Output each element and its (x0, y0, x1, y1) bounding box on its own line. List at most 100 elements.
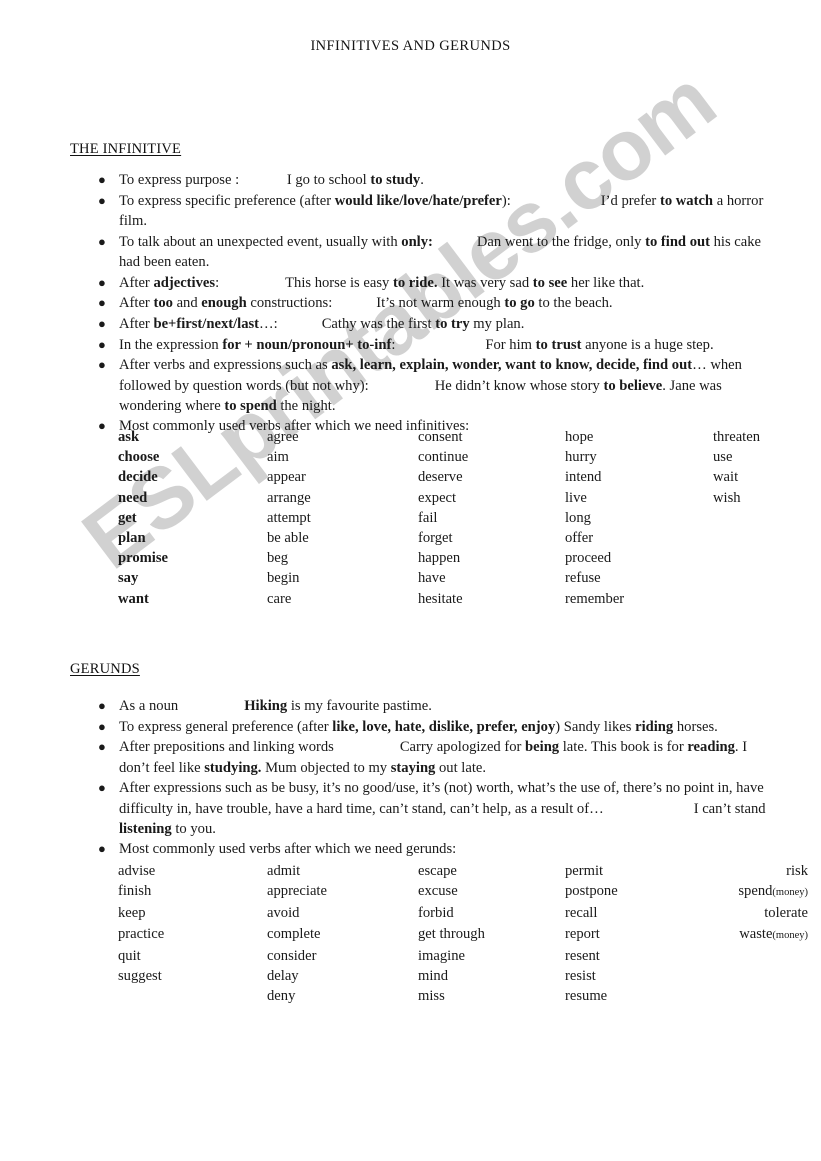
infinitive-verb-cell: continue (418, 449, 469, 466)
plain-text: It was very sad (437, 274, 533, 291)
infinitive-verb-cell: forget (418, 530, 453, 547)
table-row: plan be able forget offer (118, 528, 803, 548)
table-row: suggest delay mind resist (118, 966, 808, 986)
gerund-verb-cell: permit (565, 863, 604, 879)
section-heading-gerunds: GERUNDS (70, 661, 140, 677)
bullet-text: After adjectives: This horse is easy to r… (119, 273, 776, 293)
plain-text: Carry apologized for (399, 739, 526, 756)
emphasis-text: only: (401, 233, 433, 250)
plain-text: After (119, 295, 154, 312)
plain-text: As a noun (119, 698, 179, 714)
emphasis-text: to believe (603, 377, 663, 394)
gerund-verb-cell: practice (118, 925, 165, 942)
emphasis-text: reading (687, 739, 735, 756)
infinitive-verb-table: ask agree consent hope threaten choose aim cont… (118, 427, 803, 609)
bullet-dot-icon: ● (98, 739, 106, 755)
gerund-verb-cell: appreciate (267, 883, 327, 900)
infinitive-verb-cell (713, 568, 803, 588)
gerund-verb-cell: escape (418, 863, 457, 879)
emphasis-text: studying. (204, 759, 262, 776)
emphasis-text: to go (504, 295, 535, 312)
infinitive-verb-cell: happen (418, 550, 461, 567)
plain-text: ): (501, 192, 511, 209)
bullet-text: As a noun Hiking is my favourite pastime. (119, 696, 776, 716)
gerund-verb-table: advise admit escape permit risk finish appreci… (118, 861, 808, 1006)
infinitive-verb-cell: ask (118, 429, 140, 445)
bullet-dot-icon: ● (98, 295, 106, 311)
table-row: choose aim continue hurry use (118, 447, 803, 467)
table-row: quit consider imagine resent (118, 946, 808, 966)
table-row: practice complete get through report waste(m… (118, 924, 808, 946)
gerund-verb-cell: spend(money) (713, 881, 808, 903)
infinitive-bullet-after-adjectives: ● After adjectives: This horse is easy to … (96, 273, 776, 293)
emphasis-text: to watch (659, 192, 714, 209)
gerund-verb-cell: get through (418, 925, 485, 942)
gerund-bullet-most-common-verbs: ● Most commonly used verbs after which we… (96, 839, 776, 859)
infinitive-verb-cell: promise (118, 550, 168, 567)
infinitive-verb-cell: expect (418, 489, 457, 506)
gerund-verb-cell: suggest (118, 968, 162, 985)
bullet-dot-icon: ● (98, 357, 106, 373)
table-row: promise beg happen proceed (118, 548, 803, 568)
emphasis-text: riding (635, 718, 674, 735)
plain-text: : (391, 336, 396, 353)
bullet-dot-icon: ● (98, 315, 106, 331)
bullet-dot-icon: ● (98, 418, 106, 434)
gerund-verb-cell: excuse (418, 883, 458, 900)
plain-text: It’s not warm enough (376, 295, 505, 312)
table-row: need arrange expect live wish (118, 488, 803, 508)
bullet-dot-icon: ● (98, 718, 106, 734)
infinitive-verb-cell: remember (565, 590, 625, 607)
page-title: INFINITIVES AND GERUNDS (310, 38, 511, 54)
emphasis-text: for + noun/pronoun+ to-inf (222, 336, 392, 353)
emphasis-text: like, love, hate, dislike, prefer, enjoy (332, 718, 556, 735)
infinitive-bullet-for-noun-pronoun: ● In the expression for + noun/pronoun+ t… (96, 335, 776, 355)
gerund-verb-cell: avoid (267, 905, 300, 922)
verb-word: spend (738, 883, 773, 900)
plain-text: To talk about an unexpected event, usual… (119, 233, 402, 250)
gerund-verb-cell (713, 986, 808, 1006)
infinitive-verb-cell: aim (267, 449, 289, 466)
infinitive-verb-cell: deserve (418, 469, 463, 486)
bullet-text: To talk about an unexpected event, usual… (119, 232, 776, 272)
plain-text: : (215, 274, 220, 291)
plain-text: …: (259, 315, 278, 332)
gerund-verb-cell: forbid (418, 905, 454, 922)
infinitive-verb-cell (713, 508, 803, 528)
infinitive-verb-cell: beg (267, 550, 289, 567)
bullet-text: Most commonly used verbs after which we … (119, 839, 776, 859)
verb-word: waste (739, 925, 773, 942)
plain-text: late. This book is for (559, 739, 688, 756)
bullet-dot-icon: ● (98, 336, 106, 352)
gerund-verb-cell: mind (418, 968, 448, 985)
infinitive-verb-cell: consent (418, 429, 463, 445)
infinitive-bullet-specific-preference: ● To express specific preference (after w… (96, 191, 776, 231)
infinitive-verb-cell: plan (118, 530, 146, 547)
bullet-dot-icon: ● (98, 780, 106, 796)
emphasis-text: would like/love/hate/prefer (334, 192, 502, 209)
bullet-text: After verbs and expressions such as ask,… (119, 355, 776, 416)
bullet-text: In the expression for + noun/pronoun+ to… (119, 335, 776, 355)
bullet-text: To express specific preference (after wo… (119, 191, 776, 231)
infinitive-verb-cell: offer (565, 530, 594, 547)
gerund-verb-cell: waste(money) (713, 924, 808, 946)
infinitive-verb-cell: use (713, 449, 733, 466)
emphasis-text: to see (532, 274, 568, 291)
plain-text: After expressions such as be busy, it’s … (119, 780, 764, 817)
infinitive-bullet-verbs-question-words: ● After verbs and expressions such as ask… (96, 355, 776, 416)
bullet-text: After be+first/next/last…: Cathy was the … (119, 314, 776, 334)
infinitive-verb-cell: choose (118, 449, 160, 466)
emphasis-text: listening (119, 820, 172, 837)
infinitive-verb-cell: live (565, 489, 587, 506)
plain-text: horses. (673, 718, 718, 735)
gerund-verb-cell: finish (118, 883, 152, 900)
gerund-verb-cell: resist (565, 968, 596, 985)
infinitive-bullet-too-enough: ● After too and enough constructions: It’s… (96, 293, 776, 313)
plain-text: After (119, 274, 154, 291)
bullet-dot-icon: ● (98, 841, 106, 857)
gerund-verb-cell: delay (267, 968, 299, 985)
infinitive-verb-cell: care (267, 590, 292, 607)
table-row: get attempt fail long (118, 508, 803, 528)
gerund-verb-cell: tolerate (764, 905, 808, 922)
bullet-text: To express purpose : I go to school to s… (119, 170, 776, 190)
